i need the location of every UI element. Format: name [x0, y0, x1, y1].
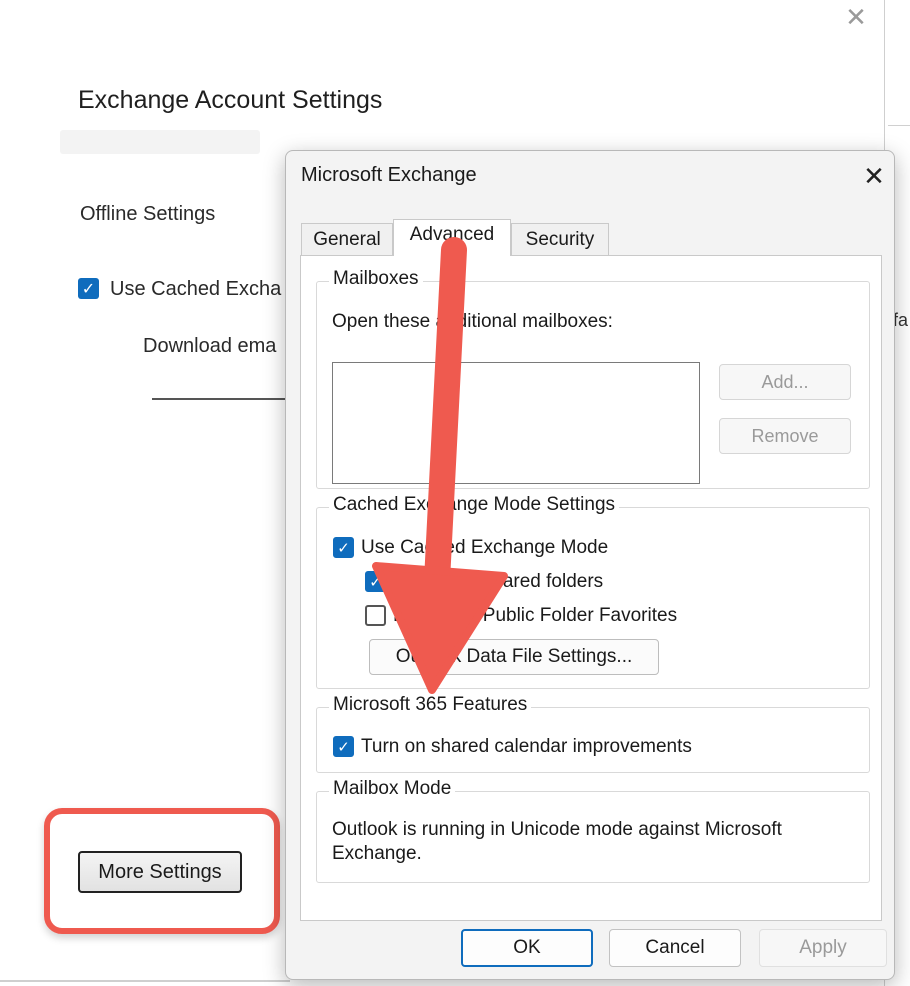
- download-public-favorites-checkbox[interactable]: [365, 605, 386, 626]
- advanced-tab-panel: Mailboxes Open these additional mailboxe…: [300, 255, 882, 921]
- shared-calendar-label: Turn on shared calendar improvements: [361, 736, 692, 757]
- dialog-title: Microsoft Exchange: [301, 164, 477, 186]
- tab-advanced[interactable]: Advanced: [393, 219, 511, 256]
- offline-settings-heading: Offline Settings: [80, 203, 216, 225]
- open-mailboxes-label: Open these additional mailboxes:: [332, 311, 613, 332]
- cached-exchange-mode-group: Cached Exchange Mode Settings ✓ Use Cach…: [316, 494, 870, 689]
- download-email-label: Download ema: [143, 335, 277, 357]
- add-mailbox-button[interactable]: Add...: [719, 364, 851, 400]
- additional-mailboxes-list[interactable]: [332, 362, 700, 484]
- m365-group-label: Microsoft 365 Features: [329, 694, 532, 716]
- download-shared-folders-label: Download shared folders: [393, 571, 604, 592]
- download-public-favorites-label: Download Public Folder Favorites: [393, 605, 678, 626]
- tab-general[interactable]: General: [301, 223, 393, 255]
- use-cached-exchange-label: Use Cached Exchange Mode: [361, 537, 609, 558]
- cached-mode-group-label: Cached Exchange Mode Settings: [329, 494, 620, 516]
- mailbox-mode-group: Mailbox Mode Outlook is running in Unico…: [316, 778, 870, 883]
- apply-button[interactable]: Apply: [759, 929, 887, 967]
- shared-calendar-checkbox[interactable]: ✓: [333, 736, 354, 757]
- mailbox-mode-description: Outlook is running in Unicode mode again…: [332, 819, 782, 864]
- download-slider-track[interactable]: [152, 398, 292, 400]
- microsoft-exchange-dialog: Microsoft Exchange ✕ General Advanced Se…: [285, 150, 895, 980]
- mailboxes-group-label: Mailboxes: [329, 268, 423, 290]
- tab-security[interactable]: Security: [511, 223, 609, 255]
- divider: [888, 125, 910, 126]
- use-cached-checkbox[interactable]: ✓: [78, 278, 99, 299]
- use-cached-label: Use Cached Excha: [110, 278, 282, 300]
- ok-button[interactable]: OK: [461, 929, 593, 967]
- redacted-email: [60, 130, 260, 154]
- outlook-data-file-settings-button[interactable]: Outlook Data File Settings...: [369, 639, 659, 675]
- remove-mailbox-button[interactable]: Remove: [719, 418, 851, 454]
- cancel-button[interactable]: Cancel: [609, 929, 741, 967]
- mailboxes-group: Mailboxes Open these additional mailboxe…: [316, 268, 870, 489]
- truncated-text: fa: [893, 310, 909, 330]
- divider: [0, 980, 290, 982]
- more-settings-button[interactable]: More Settings: [78, 851, 242, 893]
- microsoft-365-features-group: Microsoft 365 Features ✓ Turn on shared …: [316, 694, 870, 773]
- download-shared-folders-checkbox[interactable]: ✓: [365, 571, 386, 592]
- use-cached-exchange-checkbox[interactable]: ✓: [333, 537, 354, 558]
- close-icon[interactable]: ✕: [842, 4, 870, 32]
- close-icon[interactable]: ✕: [856, 159, 892, 195]
- mailbox-mode-group-label: Mailbox Mode: [329, 778, 456, 800]
- page-title: Exchange Account Settings: [78, 86, 383, 114]
